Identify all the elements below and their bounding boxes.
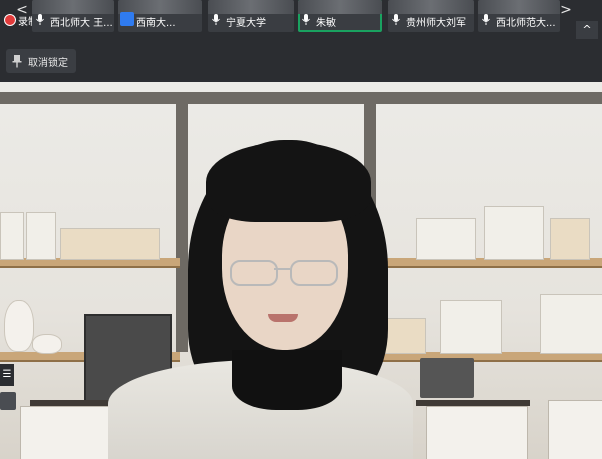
camera-icon[interactable] xyxy=(0,392,16,410)
bowl xyxy=(32,334,62,354)
strip-next-button[interactable]: > xyxy=(558,0,574,28)
mic-icon xyxy=(482,14,490,25)
speaker-collar xyxy=(232,350,342,410)
participant-video xyxy=(298,0,382,14)
shelf-post xyxy=(176,92,188,352)
participant-thumbnail-active[interactable]: 朱敏 xyxy=(298,0,382,32)
shelf-beam xyxy=(0,92,602,104)
main-speaker-video[interactable] xyxy=(0,82,602,459)
meeting-window: < 录制中 西北师大 王... 西南大... 宁夏大学 朱敏 xyxy=(0,0,602,459)
speaker-fringe xyxy=(206,142,371,222)
box xyxy=(26,212,56,260)
book-row xyxy=(440,300,502,354)
book-stack xyxy=(550,218,590,260)
video-toolbar: 取消锁定 xyxy=(0,40,602,82)
participant-strip: < 录制中 西北师大 王... 西南大... 宁夏大学 朱敏 xyxy=(0,0,602,40)
unlock-label: 取消锁定 xyxy=(28,57,68,69)
pin-icon xyxy=(10,54,24,68)
mic-icon xyxy=(302,14,310,25)
record-icon xyxy=(4,14,16,26)
drawer-unit xyxy=(548,400,602,459)
participant-name: 西北师大 王... xyxy=(50,18,113,29)
mic-icon xyxy=(392,14,400,25)
box xyxy=(0,212,24,260)
unlock-video-button[interactable]: 取消锁定 xyxy=(6,49,76,73)
participant-video xyxy=(478,0,560,14)
drawer-unit xyxy=(20,406,122,459)
participant-thumbnail[interactable]: 西南大... xyxy=(118,0,202,32)
menu-icon[interactable]: ☰ xyxy=(0,364,14,386)
mic-icon xyxy=(212,14,220,25)
book-row xyxy=(484,206,544,260)
participant-name: 西南大... xyxy=(136,18,176,29)
participant-thumbnail[interactable]: 贵州师大刘军 xyxy=(388,0,474,32)
chevron-right-icon: > xyxy=(560,2,572,18)
participant-name: 朱敏 xyxy=(316,18,336,29)
participant-name: 贵州师大刘军 xyxy=(406,18,466,29)
glasses-bridge xyxy=(274,268,290,270)
vase xyxy=(4,300,34,352)
participant-name: 西北师范大... xyxy=(496,18,556,29)
participant-thumbnail[interactable]: 西北师范大... xyxy=(478,0,560,32)
speaker-mouth xyxy=(268,314,298,322)
participant-thumbnail[interactable]: 西北师大 王... xyxy=(32,0,114,32)
laptop xyxy=(420,358,474,398)
participant-video xyxy=(32,0,114,14)
glasses-lens xyxy=(230,260,278,286)
participant-video xyxy=(388,0,474,14)
avatar-icon xyxy=(120,12,134,26)
box xyxy=(416,218,476,260)
book-stack xyxy=(60,228,160,260)
drawer-unit xyxy=(426,406,528,459)
chevron-up-icon: ^ xyxy=(582,23,592,36)
mic-icon xyxy=(36,14,44,25)
participant-video xyxy=(208,0,294,14)
collapse-strip-button[interactable]: ^ xyxy=(576,21,598,39)
participant-name: 宁夏大学 xyxy=(226,18,266,29)
participant-thumbnail[interactable]: 宁夏大学 xyxy=(208,0,294,32)
book-row xyxy=(540,294,602,354)
glasses-lens xyxy=(290,260,338,286)
